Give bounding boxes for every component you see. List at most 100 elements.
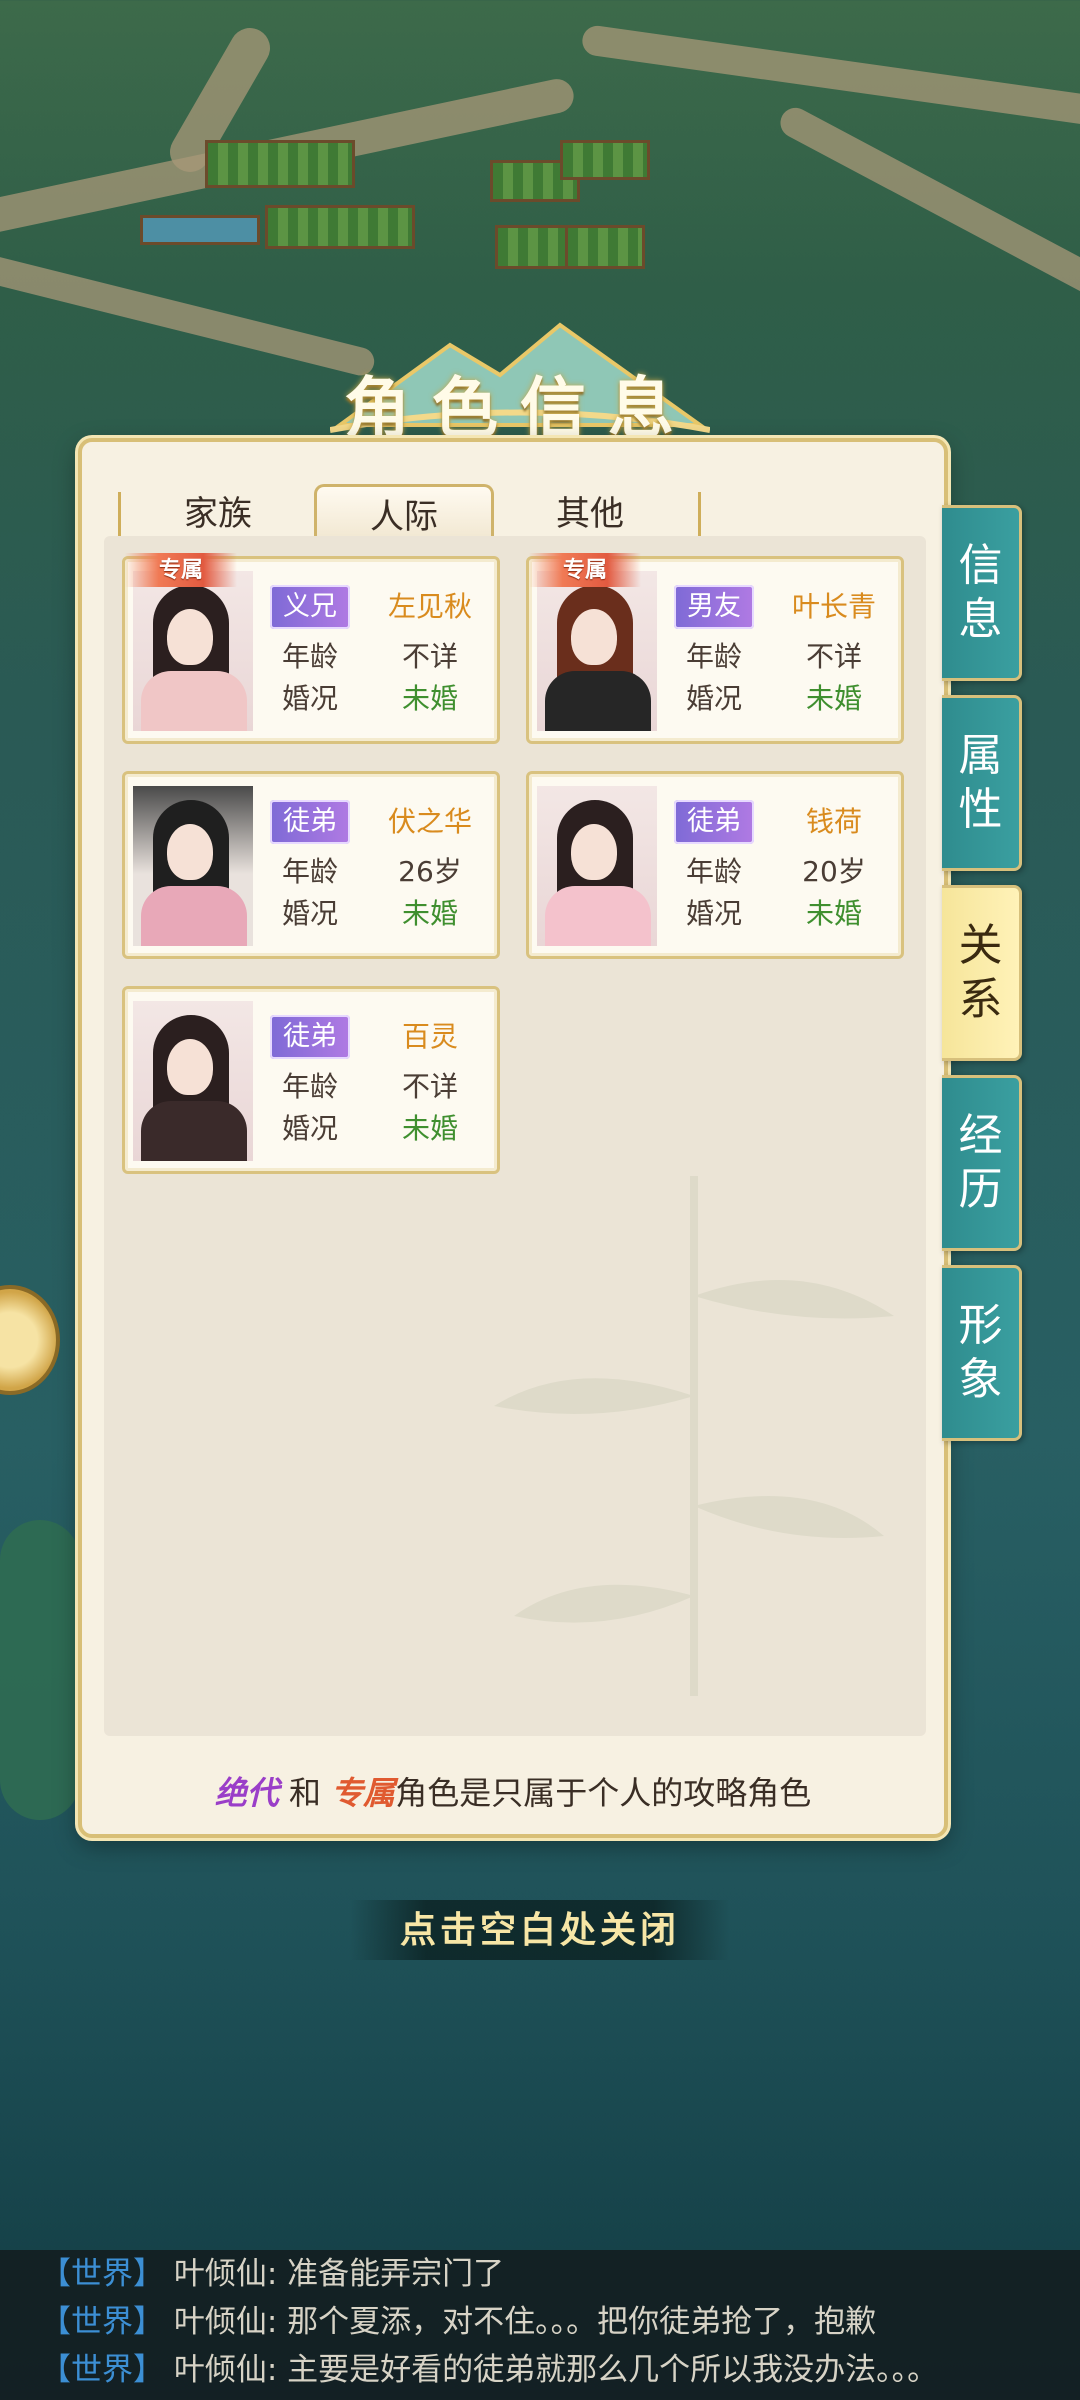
portrait-robe [545, 886, 651, 946]
chat-speaker: 叶倾仙: [173, 2352, 278, 2388]
peerless-tag: 绝代 [214, 1774, 279, 1812]
exclusive-tag: 专属 [331, 1774, 396, 1812]
character-card[interactable]: 专属 男友 叶长青 年龄 不详 婚况 未婚 [526, 553, 904, 744]
age-value: 不详 [401, 640, 458, 673]
chat-message: 【世界】 叶倾仙: 准备能弄宗门了 [40, 2250, 504, 2298]
portrait-face [167, 824, 213, 880]
side-tab-char: 经 [958, 1110, 1003, 1161]
portrait-robe [141, 1101, 247, 1161]
relations-list: 专属 义兄 左见秋 年龄 不详 婚况 未婚 专属 男友 叶长青 年龄 不详 婚况… [104, 536, 926, 1736]
character-info-panel: 家族 人际 其他 专属 义兄 左见秋 年龄 不详 婚况 未婚 专属 男友 叶长青… [78, 438, 948, 1838]
relation-tag: 义兄 [270, 585, 350, 629]
side-tab-char: 历 [958, 1164, 1003, 1215]
character-portrait [133, 571, 253, 731]
age-value: 不详 [805, 640, 862, 673]
character-portrait [133, 786, 253, 946]
note-conjunction: 和 [288, 1774, 321, 1812]
tab-family[interactable]: 家族 [128, 484, 308, 544]
chat-speaker: 叶倾仙: [173, 2304, 278, 2340]
marriage-label: 婚况 [685, 682, 742, 715]
chat-speaker: 叶倾仙: [173, 2256, 278, 2292]
age-label: 年龄 [281, 1070, 338, 1103]
tab-divider [698, 492, 701, 540]
side-tab-char: 信 [958, 540, 1003, 591]
marriage-label: 婚况 [685, 897, 742, 930]
character-name: 百灵 [401, 1020, 458, 1053]
character-card[interactable]: 专属 义兄 左见秋 年龄 不详 婚况 未婚 [122, 553, 500, 744]
exclusive-badge: 专属 [125, 553, 237, 587]
side-tab-char: 系 [958, 974, 1003, 1025]
character-portrait [537, 571, 657, 731]
character-card[interactable]: 徒弟 伏之华 年龄 26岁 婚况 未婚 [122, 771, 500, 959]
relation-tag: 男友 [674, 585, 754, 629]
marriage-label: 婚况 [281, 682, 338, 715]
road-path [580, 23, 1080, 127]
relation-tag: 徒弟 [270, 1015, 350, 1059]
marriage-value: 未婚 [805, 897, 862, 930]
close-hint[interactable]: 点击空白处关闭 [350, 1900, 730, 1960]
portrait-face [167, 609, 213, 665]
portrait-robe [141, 886, 247, 946]
character-card[interactable]: 徒弟 钱荷 年龄 20岁 婚况 未婚 [526, 771, 904, 959]
chat-channel: 【世界】 [40, 2304, 164, 2340]
marriage-label: 婚况 [281, 1112, 338, 1145]
chat-message: 【世界】 叶倾仙: 主要是好看的徒弟就那么几个所以我没办法。。。 [40, 2346, 938, 2394]
character-name: 伏之华 [387, 805, 472, 838]
chat-text: 那个夏添，对不住。。。把你徒弟抢了，抱歉 [287, 2304, 877, 2340]
character-name: 左见秋 [387, 590, 472, 623]
relation-tag: 徒弟 [674, 800, 754, 844]
portrait-face [571, 609, 617, 665]
age-label: 年龄 [685, 640, 742, 673]
character-name: 叶长青 [791, 590, 876, 623]
chat-message: 【世界】 叶倾仙: 那个夏添，对不住。。。把你徒弟抢了，抱歉 [40, 2298, 876, 2346]
marriage-value: 未婚 [401, 897, 458, 930]
chat-text: 主要是好看的徒弟就那么几个所以我没办法。。。 [287, 2352, 939, 2388]
road-path [0, 1520, 80, 1820]
title-banner: 角色信息 [250, 315, 790, 455]
chat-channel: 【世界】 [40, 2256, 164, 2292]
age-label: 年龄 [281, 640, 338, 673]
farm-field [565, 225, 645, 269]
relation-tag: 徒弟 [270, 800, 350, 844]
tab-other[interactable]: 其他 [500, 484, 680, 544]
marriage-label: 婚况 [281, 897, 338, 930]
age-label: 年龄 [685, 855, 742, 888]
character-name: 钱荷 [805, 805, 862, 838]
world-chat-log[interactable]: 【世界】 叶倾仙: 准备能弄宗门了 【世界】 叶倾仙: 那个夏添，对不住。。。把… [0, 2250, 1080, 2400]
side-tab-info[interactable]: 信 息 [942, 505, 1022, 681]
side-tab-char: 关 [958, 920, 1003, 971]
tab-relations[interactable]: 人际 [314, 484, 494, 544]
side-tab-attributes[interactable]: 属 性 [942, 695, 1022, 871]
farm-field [560, 140, 650, 180]
bamboo-watermark-icon [494, 1176, 894, 1696]
pond [140, 215, 260, 245]
age-value: 20岁 [802, 855, 866, 888]
portrait-robe [545, 671, 651, 731]
chat-text: 准备能弄宗门了 [287, 2256, 505, 2292]
character-card[interactable]: 徒弟 百灵 年龄 不详 婚况 未婚 [122, 986, 500, 1174]
age-value: 26岁 [398, 855, 462, 888]
side-tab-char: 象 [958, 1354, 1003, 1405]
portrait-face [571, 824, 617, 880]
side-tab-history[interactable]: 经 历 [942, 1075, 1022, 1251]
marriage-value: 未婚 [401, 682, 458, 715]
side-tab-char: 属 [958, 730, 1003, 781]
chat-channel: 【世界】 [40, 2352, 164, 2388]
character-portrait [133, 1001, 253, 1161]
side-tab-char: 形 [958, 1300, 1003, 1351]
side-tab-char: 息 [958, 594, 1003, 645]
road-path [775, 102, 1080, 308]
age-value: 不详 [401, 1070, 458, 1103]
portrait-robe [141, 671, 247, 731]
tab-divider [118, 492, 121, 540]
page-title: 角色信息 [344, 369, 696, 447]
farm-field [265, 205, 415, 249]
marriage-value: 未婚 [401, 1112, 458, 1145]
note-text: 角色是只属于个人的攻略角色 [395, 1774, 812, 1812]
portrait-face [167, 1039, 213, 1095]
character-portrait [537, 786, 657, 946]
exclusive-badge: 专属 [529, 553, 641, 587]
farm-field [495, 225, 575, 269]
side-tab-relations[interactable]: 关 系 [942, 885, 1022, 1061]
side-tab-appearance[interactable]: 形 象 [942, 1265, 1022, 1441]
